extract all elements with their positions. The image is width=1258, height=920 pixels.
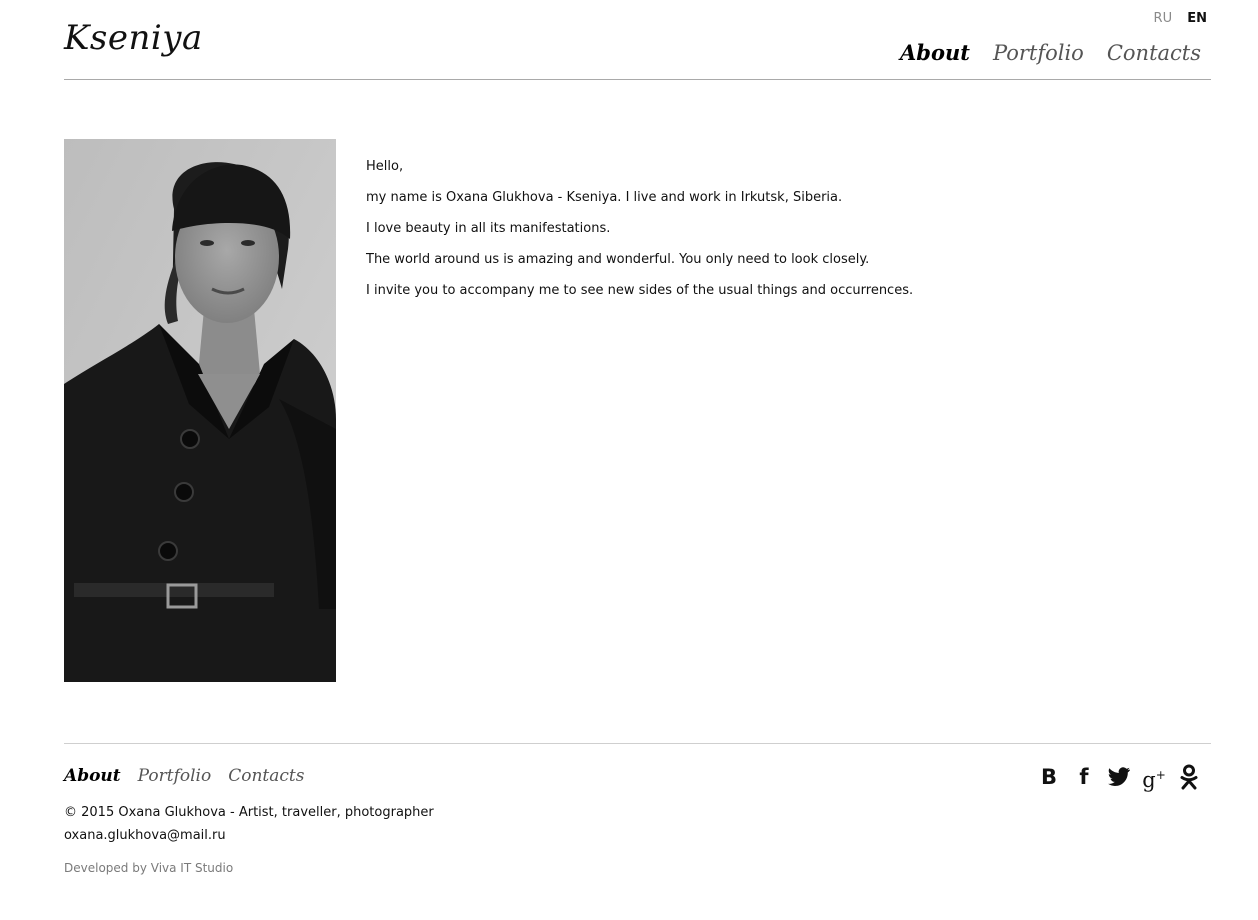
email-link[interactable]: oxana.glukhova@mail.ru	[64, 827, 226, 844]
page: Kseniya RU EN About Portfolio Contacts H…	[0, 0, 1258, 920]
bio-greeting: Hello,	[366, 159, 404, 174]
language-switcher: RU EN	[1143, 11, 1207, 27]
footer-nav-portfolio[interactable]: Portfolio	[138, 764, 212, 788]
nav-about[interactable]: About	[900, 38, 970, 68]
bio-section: Hello, my name is Oxana Glukhova - Kseni…	[366, 158, 1186, 313]
social-links: B f g+	[1037, 764, 1201, 792]
nav-portfolio[interactable]: Portfolio	[993, 38, 1084, 68]
footer-nav-contacts[interactable]: Contacts	[228, 764, 304, 788]
site-header: Kseniya RU EN About Portfolio Contacts	[64, 0, 1211, 80]
footer-nav-about[interactable]: About	[64, 764, 121, 788]
footer-nav: About Portfolio Contacts	[64, 764, 304, 788]
vk-icon[interactable]: B	[1037, 764, 1061, 790]
odnoklassniki-icon[interactable]	[1177, 764, 1201, 790]
language-en-link[interactable]: EN	[1187, 11, 1207, 26]
bio-paragraph: I invite you to accompany me to see new …	[366, 283, 914, 298]
copyright-text: © 2015 Oxana Glukhova - Artist, travelle…	[64, 805, 434, 820]
site-logo[interactable]: Kseniya	[64, 14, 203, 62]
site-footer: About Portfolio Contacts © 2015 Oxana Gl…	[64, 743, 1211, 875]
facebook-icon[interactable]: f	[1072, 764, 1096, 790]
nav-contacts[interactable]: Contacts	[1107, 38, 1201, 68]
portrait-photo	[64, 139, 336, 682]
twitter-icon[interactable]	[1107, 764, 1131, 790]
google-plus-icon[interactable]: g+	[1142, 764, 1166, 792]
bio-paragraph: my name is Oxana Glukhova - Kseniya. I l…	[366, 190, 843, 205]
main-nav: About Portfolio Contacts	[900, 38, 1201, 68]
bio-paragraph: I love beauty in all its manifestations.	[366, 221, 611, 236]
developer-credit-link[interactable]: Developed by Viva IT Studio	[64, 860, 233, 876]
language-ru-link[interactable]: RU	[1154, 11, 1173, 26]
bio-paragraph: The world around us is amazing and wonde…	[366, 252, 870, 267]
